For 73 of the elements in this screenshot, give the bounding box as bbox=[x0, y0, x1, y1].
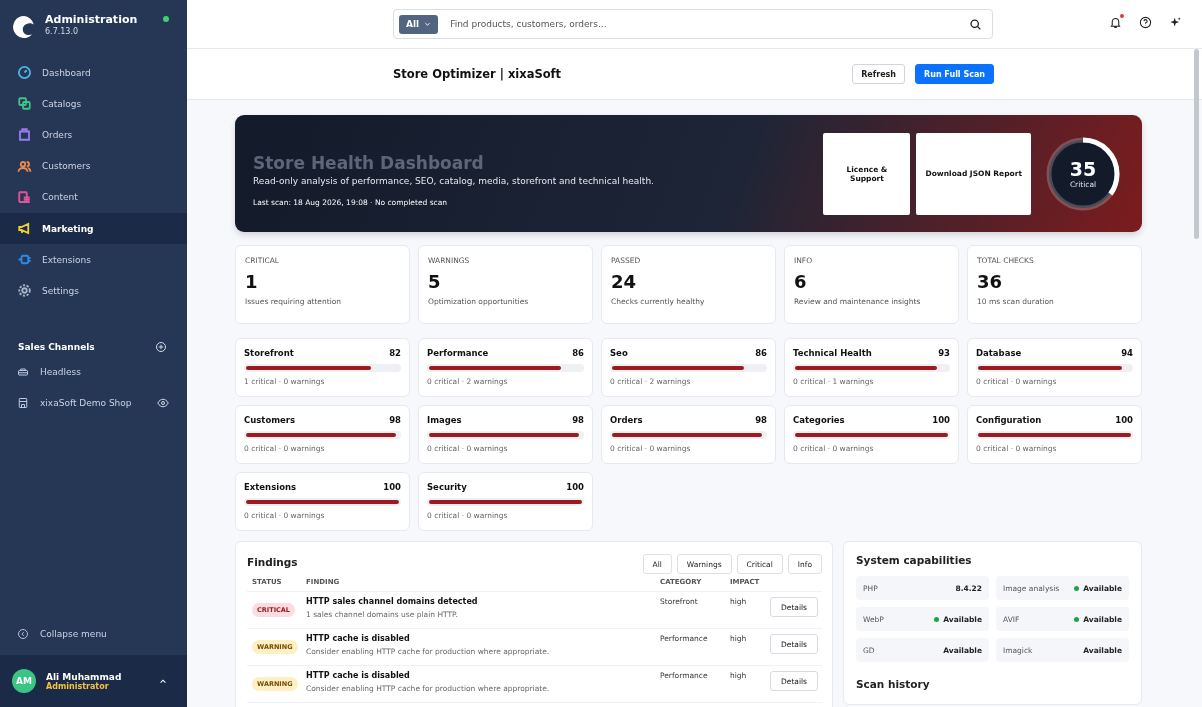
score-value: 35 bbox=[1069, 158, 1097, 180]
stat-value: 24 bbox=[611, 271, 638, 292]
scrollbar[interactable] bbox=[1194, 49, 1199, 239]
app-title: Administration bbox=[45, 13, 138, 26]
category-name: Security bbox=[427, 482, 467, 492]
category-name: Storefront bbox=[244, 348, 294, 358]
category-name: Performance bbox=[427, 348, 489, 358]
nav-item[interactable]: Settings bbox=[0, 275, 187, 307]
category-score: 86 bbox=[572, 348, 584, 358]
category-score: 82 bbox=[389, 348, 401, 358]
nav-item[interactable]: Catalogs bbox=[0, 88, 187, 120]
avatar: AM bbox=[12, 669, 36, 693]
collapse-menu-link[interactable]: Collapse menu bbox=[0, 613, 187, 655]
sparkle-icon[interactable] bbox=[1169, 16, 1182, 29]
refresh-button[interactable]: Refresh bbox=[852, 64, 906, 84]
storefront-icon bbox=[17, 397, 29, 409]
caret-icon[interactable] bbox=[159, 678, 167, 684]
sales-channel-item[interactable]: xixaSoft Demo Shop bbox=[17, 397, 132, 409]
chevron-left-icon bbox=[17, 628, 29, 640]
help-icon[interactable] bbox=[1139, 16, 1152, 29]
nav-item[interactable]: Orders bbox=[0, 119, 187, 151]
category-score: 100 bbox=[1115, 415, 1133, 425]
category-name: Categories bbox=[793, 415, 845, 425]
stat-value: 5 bbox=[428, 271, 442, 292]
nav-item[interactable]: Content bbox=[0, 181, 187, 213]
hero-title: Store Health Dashboard bbox=[253, 152, 485, 173]
panel-title: Scan history bbox=[856, 678, 931, 690]
basket-icon bbox=[17, 366, 29, 378]
category-name: Customers bbox=[244, 415, 296, 425]
add-icon[interactable] bbox=[155, 340, 167, 353]
category-name: Seo bbox=[610, 348, 628, 358]
eye-icon[interactable] bbox=[157, 397, 169, 409]
panel-title: System capabilities bbox=[856, 554, 973, 566]
category-score: 93 bbox=[938, 348, 950, 358]
sales-channel-item[interactable]: Headless bbox=[17, 366, 81, 378]
category-score: 100 bbox=[383, 482, 401, 492]
finding-title: HTTP sales channel domains detected bbox=[306, 597, 479, 606]
category-score: 100 bbox=[932, 415, 950, 425]
category-score: 98 bbox=[572, 415, 584, 425]
nav-item[interactable]: Customers bbox=[0, 150, 187, 182]
category-name: Database bbox=[976, 348, 1022, 358]
version-label: 6.7.13.0 bbox=[45, 27, 80, 36]
nav-item[interactable]: Extensions bbox=[0, 244, 187, 276]
scope-dropdown[interactable]: All bbox=[399, 14, 439, 34]
category-score: 98 bbox=[755, 415, 767, 425]
stat-value: 36 bbox=[977, 271, 1004, 292]
stat-value: 1 bbox=[245, 271, 259, 292]
page-title: Store Optimizer | xixaSoft bbox=[393, 67, 562, 81]
hero-subtitle: Read-only analysis of performance, SEO, catalog, media, storefront and technical health. bbox=[253, 175, 655, 186]
category-name: Extensions bbox=[244, 482, 297, 492]
category-score: 100 bbox=[566, 482, 584, 492]
nav-item[interactable]: Dashboard bbox=[0, 57, 187, 89]
category-score: 98 bbox=[389, 415, 401, 425]
user-role: Administrator bbox=[46, 681, 110, 691]
scan-button[interactable]: Run Full Scan bbox=[915, 64, 994, 84]
search-field[interactable]: All Find products, customers, orders... bbox=[393, 9, 993, 39]
finding-title: HTTP cache is disabled bbox=[306, 634, 411, 643]
search-icon[interactable] bbox=[969, 17, 982, 31]
caret-icon bbox=[424, 21, 432, 27]
category-score: 94 bbox=[1121, 348, 1133, 358]
category-name: Technical Health bbox=[793, 348, 872, 358]
panel-title: Findings bbox=[247, 556, 298, 568]
stat-value: 6 bbox=[794, 271, 808, 292]
category-score: 86 bbox=[755, 348, 767, 358]
finding-title: HTTP cache is disabled bbox=[306, 671, 411, 680]
logo-icon bbox=[12, 15, 36, 39]
bell-icon[interactable] bbox=[1109, 16, 1122, 29]
section-title: Sales Channels bbox=[18, 341, 95, 352]
category-name: Configuration bbox=[976, 415, 1042, 425]
category-name: Orders bbox=[610, 415, 643, 425]
user-name: Ali Muhammad bbox=[46, 671, 123, 682]
category-name: Images bbox=[427, 415, 462, 425]
nav-item[interactable]: Marketing bbox=[0, 212, 187, 245]
